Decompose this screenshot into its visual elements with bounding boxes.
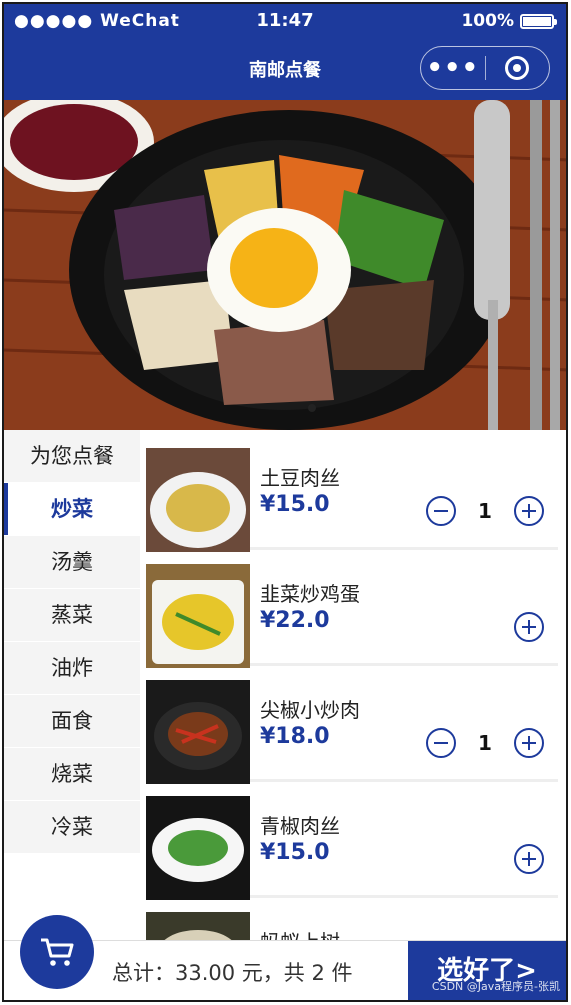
carousel-indicator	[308, 404, 316, 412]
cart-button[interactable]	[20, 915, 94, 989]
list-item: 土豆肉丝 ¥15.0 1	[146, 444, 558, 552]
sidebar-item-soup[interactable]: 汤羹	[4, 536, 140, 589]
mini-program-capsule: •••	[420, 46, 550, 90]
cart-icon	[41, 938, 74, 966]
list-item: 尖椒小炒肉 ¥18.0 1	[146, 676, 558, 784]
bibimbap-illustration	[4, 100, 566, 430]
increase-button[interactable]	[514, 728, 544, 758]
sidebar-item-label: 烧菜	[51, 762, 93, 786]
bottom-bar: 总计：33.00 元，共 2 件 选好了> CSDN @Java程序员-张凯	[4, 915, 566, 1000]
quantity-stepper: 1	[426, 496, 544, 526]
sidebar-item-recommend[interactable]: 为您点餐	[4, 430, 140, 483]
dish-image[interactable]	[146, 448, 250, 552]
increase-button[interactable]	[514, 612, 544, 642]
category-sidebar: 为您点餐 炒菜 汤羹 蒸菜 油炸 面食 烧菜 冷菜	[4, 430, 140, 944]
dish-list: 土豆肉丝 ¥15.0 1 韭菜炒鸡蛋 ¥22.0 尖椒小炒肉 ¥18.0 1 青…	[146, 444, 558, 944]
sidebar-item-label: 面食	[51, 709, 93, 733]
decrease-button[interactable]	[426, 496, 456, 526]
battery-indicator: 100%	[461, 11, 557, 31]
sidebar-item-label: 炒菜	[51, 497, 93, 521]
dish-name: 土豆肉丝	[260, 466, 340, 490]
close-program-button[interactable]	[486, 56, 550, 80]
increase-button[interactable]	[514, 844, 544, 874]
quantity-stepper	[514, 844, 544, 874]
sidebar-item-stir-fry[interactable]: 炒菜	[4, 483, 140, 536]
decrease-button[interactable]	[426, 728, 456, 758]
dish-name: 韭菜炒鸡蛋	[260, 582, 360, 606]
watermark: CSDN @Java程序员-张凯	[431, 980, 560, 993]
quantity-value: 1	[478, 731, 492, 755]
dish-name: 尖椒小炒肉	[260, 698, 360, 722]
more-dots-icon[interactable]: •••	[421, 55, 485, 81]
list-item: 青椒肉丝 ¥15.0	[146, 792, 558, 900]
sidebar-item-label: 冷菜	[51, 815, 93, 839]
list-item: 蚂蚁上树	[146, 908, 558, 944]
sidebar-item-cold[interactable]: 冷菜	[4, 801, 140, 854]
sidebar-item-label: 油炸	[51, 656, 93, 680]
sidebar-item-braised[interactable]: 烧菜	[4, 748, 140, 801]
quantity-value: 1	[478, 499, 492, 523]
sidebar-item-noodles[interactable]: 面食	[4, 695, 140, 748]
battery-icon	[520, 13, 557, 29]
list-item: 韭菜炒鸡蛋 ¥22.0	[146, 560, 558, 668]
status-bar: ●●●●● WeChat 11:47 100%	[4, 4, 566, 38]
dish-price: ¥18.0	[260, 724, 330, 749]
quantity-stepper: 1	[426, 728, 544, 758]
phone-frame: ●●●●● WeChat 11:47 100% 南邮点餐 ••• 为您点餐 炒菜…	[2, 2, 568, 1002]
quantity-stepper	[514, 612, 544, 642]
target-icon	[505, 56, 530, 80]
dish-name: 青椒肉丝	[260, 814, 340, 838]
sidebar-item-label: 汤羹	[51, 550, 93, 574]
dish-price: ¥22.0	[260, 608, 330, 633]
sidebar-item-label: 蒸菜	[51, 603, 93, 627]
dish-image[interactable]	[146, 564, 250, 668]
banner-image[interactable]	[4, 100, 566, 430]
sidebar-item-steamed[interactable]: 蒸菜	[4, 589, 140, 642]
battery-percent: 100%	[461, 11, 514, 31]
dish-image[interactable]	[146, 796, 250, 900]
dish-price: ¥15.0	[260, 840, 330, 865]
increase-button[interactable]	[514, 496, 544, 526]
dish-image[interactable]	[146, 680, 250, 784]
order-total: 总计：33.00 元，共 2 件	[112, 961, 353, 985]
dish-price: ¥15.0	[260, 492, 330, 517]
sidebar-item-label: 为您点餐	[30, 444, 114, 468]
sidebar-item-fried[interactable]: 油炸	[4, 642, 140, 695]
nav-bar: 南邮点餐 •••	[4, 38, 566, 100]
